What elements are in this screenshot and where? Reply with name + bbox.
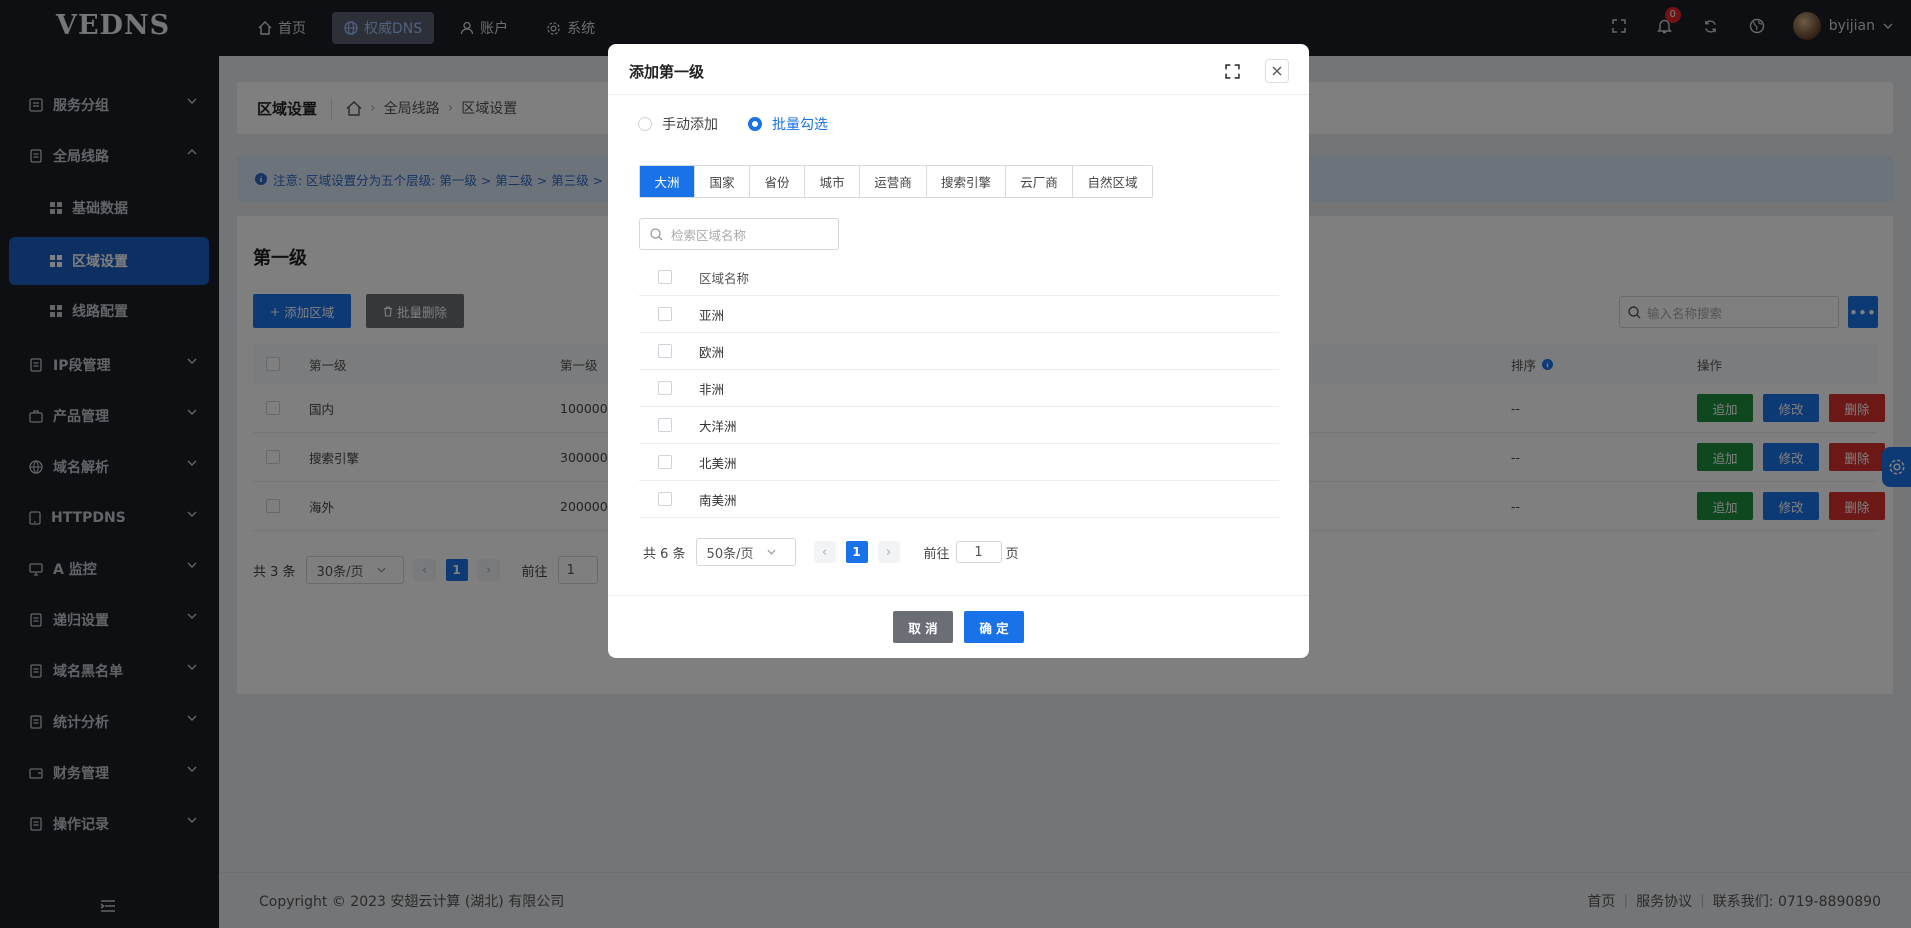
tab-natural-region[interactable]: 自然区域 (1073, 166, 1152, 197)
fullscreen-icon (1225, 64, 1240, 79)
region-type-tabs: 大洲 国家 省份 城市 运营商 搜索引擎 云厂商 自然区域 (639, 165, 1153, 198)
tab-province[interactable]: 省份 (750, 166, 805, 197)
cancel-button[interactable]: 取 消 (893, 611, 953, 643)
tab-continent[interactable]: 大洲 (640, 166, 695, 197)
next-page-button[interactable]: › (877, 541, 900, 563)
dialog-table-header: 区域名称 (639, 259, 1279, 296)
add-first-level-dialog: 添加第一级 手动添加 批量勾选 大洲 国家 省份 城市 运营商 搜索引擎 云厂商… (608, 44, 1309, 658)
row-checkbox[interactable] (658, 344, 672, 358)
tab-city[interactable]: 城市 (805, 166, 860, 197)
list-item: 北美洲 (639, 444, 1279, 481)
radio-label: 批量勾选 (772, 117, 828, 133)
region-name: 欧洲 (699, 344, 725, 360)
chevron-down-icon (767, 549, 776, 555)
dialog-close-button[interactable] (1265, 59, 1289, 83)
region-search-input[interactable]: 检索区域名称 (639, 218, 839, 250)
region-name: 南美洲 (699, 492, 737, 508)
dialog-footer-divider (608, 595, 1309, 596)
add-mode-radio-group: 手动添加 批量勾选 (638, 114, 828, 134)
goto-value: 1 (974, 544, 983, 560)
goto-label: 前往 (923, 546, 950, 562)
page-size-value: 50条/页 (706, 546, 754, 562)
tab-search-engine[interactable]: 搜索引擎 (927, 166, 1006, 197)
tab-country[interactable]: 国家 (695, 166, 750, 197)
row-checkbox[interactable] (658, 455, 672, 469)
region-search-placeholder: 检索区域名称 (671, 227, 747, 243)
radio-circle-checked (748, 117, 762, 131)
row-checkbox[interactable] (658, 492, 672, 506)
list-item: 大洋洲 (639, 407, 1279, 444)
column-header: 区域名称 (699, 270, 750, 286)
dialog-maximize-button[interactable] (1225, 64, 1240, 83)
radio-batch-select[interactable]: 批量勾选 (748, 114, 828, 134)
tab-cloud-vendor[interactable]: 云厂商 (1006, 166, 1073, 197)
radio-circle (638, 117, 652, 131)
page-size-select[interactable]: 50条/页 (695, 538, 796, 566)
goto-suffix: 页 (1005, 546, 1019, 562)
radio-label: 手动添加 (662, 117, 718, 133)
region-name: 非洲 (699, 381, 725, 397)
dialog-pagination: 共 6 条 50条/页 ‹ 1 › 前往 1 页 (643, 538, 1019, 566)
list-item: 非洲 (639, 370, 1279, 407)
region-name: 亚洲 (699, 307, 725, 323)
region-name: 大洋洲 (699, 418, 737, 434)
row-checkbox[interactable] (658, 307, 672, 321)
row-checkbox[interactable] (658, 418, 672, 432)
region-name: 北美洲 (699, 455, 737, 471)
page-number[interactable]: 1 (845, 541, 868, 563)
prev-page-button[interactable]: ‹ (813, 541, 836, 563)
pagination-total: 共 6 条 (643, 546, 686, 562)
dialog-header-divider (608, 94, 1309, 95)
list-item: 欧洲 (639, 333, 1279, 370)
list-item: 亚洲 (639, 296, 1279, 333)
confirm-button[interactable]: 确 定 (964, 611, 1024, 643)
list-item: 南美洲 (639, 481, 1279, 518)
search-icon (650, 227, 663, 240)
radio-manual-add[interactable]: 手动添加 (638, 114, 718, 134)
select-all-checkbox[interactable] (658, 270, 672, 284)
dialog-title: 添加第一级 (629, 63, 705, 81)
close-icon (1272, 66, 1282, 76)
goto-input[interactable]: 1 (955, 541, 1002, 563)
row-checkbox[interactable] (658, 381, 672, 395)
tab-isp[interactable]: 运营商 (860, 166, 927, 197)
